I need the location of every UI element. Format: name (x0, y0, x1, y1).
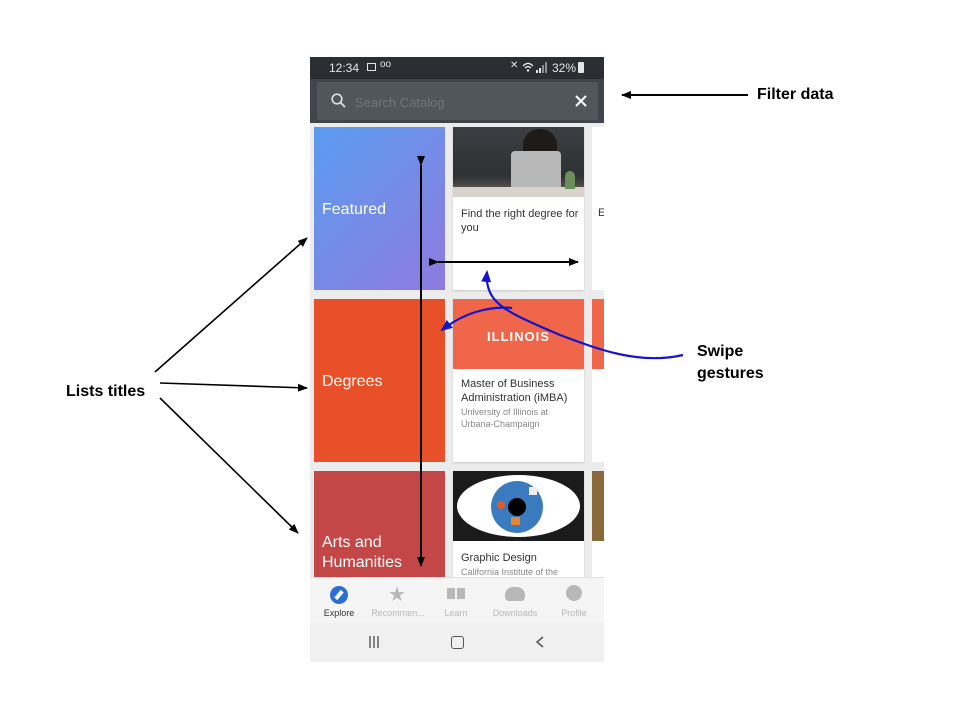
list-title-arts-and-humanities[interactable]: Arts and Humanities (314, 471, 445, 577)
list-title-degrees[interactable]: Degrees (314, 299, 445, 462)
nav-label: Downloads (492, 608, 538, 618)
list-title-label: Featured (322, 201, 387, 218)
nav-recommendations[interactable]: ★ Recommen... (369, 578, 427, 624)
book-icon (447, 588, 455, 599)
signal-icon (536, 62, 547, 73)
card-subtitle: University of Illinois at Urbana-Champai… (461, 407, 549, 429)
home-icon[interactable] (451, 636, 464, 649)
nav-learn[interactable]: Learn (427, 578, 485, 624)
search-box[interactable] (317, 82, 598, 120)
battery-icon (578, 62, 584, 73)
voicemail-icon: oo (380, 59, 392, 70)
recent-apps-icon[interactable] (368, 636, 380, 648)
search-input[interactable] (353, 90, 557, 114)
next-card-peek[interactable] (592, 471, 604, 577)
system-navigation-bar (310, 623, 604, 662)
nav-label: Learn (444, 608, 468, 618)
nav-downloads[interactable]: Downloads (486, 578, 544, 624)
catalog-lists[interactable]: Featured Find the right degree for you E… (310, 123, 604, 577)
course-card[interactable]: Find the right degree for you (453, 127, 584, 290)
list-row-featured[interactable]: Featured Find the right degree for you E (310, 123, 604, 290)
status-bar: 12:34 oo ✕ 32% (310, 57, 604, 79)
list-row-arts[interactable]: Arts and Humanities Graphic Design Calif… (310, 467, 604, 577)
next-card-peek[interactable]: E (592, 127, 604, 290)
annotation-filter-data: Filter data (757, 86, 834, 103)
nav-label: Explore (323, 608, 355, 618)
annotation-swipe-gestures: Swipe gestures (697, 343, 764, 382)
wifi-icon (522, 62, 534, 72)
mute-icon: ✕ (510, 60, 519, 71)
card-image-eye (453, 471, 584, 541)
search-icon (331, 93, 346, 108)
gallery-notification-icon (367, 63, 376, 71)
card-title: Graphic Design (461, 552, 537, 564)
nav-profile[interactable]: Profile (545, 578, 603, 624)
person-icon (566, 585, 582, 601)
lists-arrow-featured (154, 237, 308, 373)
course-card[interactable]: Graphic Design California Institute of t… (453, 471, 584, 577)
phone-screen: 12:34 oo ✕ 32% Search Catalog Featured F… (310, 57, 604, 662)
battery-percent: 32% (552, 61, 577, 75)
card-image-illinois-logo: ILLINOIS (453, 299, 584, 369)
list-title-label: Arts and Humanities (322, 534, 403, 571)
annotation-lists-titles: Lists titles (66, 383, 146, 400)
card-image-person-laptop (453, 127, 584, 197)
nav-label: Recommen... (371, 608, 425, 618)
nav-label: Profile (561, 608, 587, 618)
card-title: Find the right degree for you (461, 208, 579, 234)
close-icon[interactable] (574, 94, 588, 108)
lists-arrow-degrees (159, 382, 308, 392)
card-title: Master of Business Administration (iMBA) (461, 378, 568, 404)
list-title-label: Degrees (322, 373, 383, 390)
list-title-featured[interactable]: Featured (314, 127, 445, 290)
course-card[interactable]: ILLINOIS Master of Business Administrati… (453, 299, 584, 462)
status-time: 12:34 (329, 61, 360, 75)
bottom-navigation: Explore ★ Recommen... Learn Downloads Pr… (310, 577, 604, 624)
search-bar (310, 79, 604, 123)
next-card-peek[interactable] (592, 299, 604, 462)
lists-arrow-arts (159, 397, 299, 534)
back-icon[interactable] (535, 636, 545, 648)
star-icon: ★ (388, 584, 406, 606)
nav-explore[interactable]: Explore (310, 578, 368, 624)
illinois-logo-text: ILLINOIS (487, 329, 550, 344)
list-row-degrees[interactable]: Degrees ILLINOIS Master of Business Admi… (310, 295, 604, 462)
card-subtitle: California Institute of the (461, 567, 559, 577)
cloud-download-icon (505, 587, 525, 601)
